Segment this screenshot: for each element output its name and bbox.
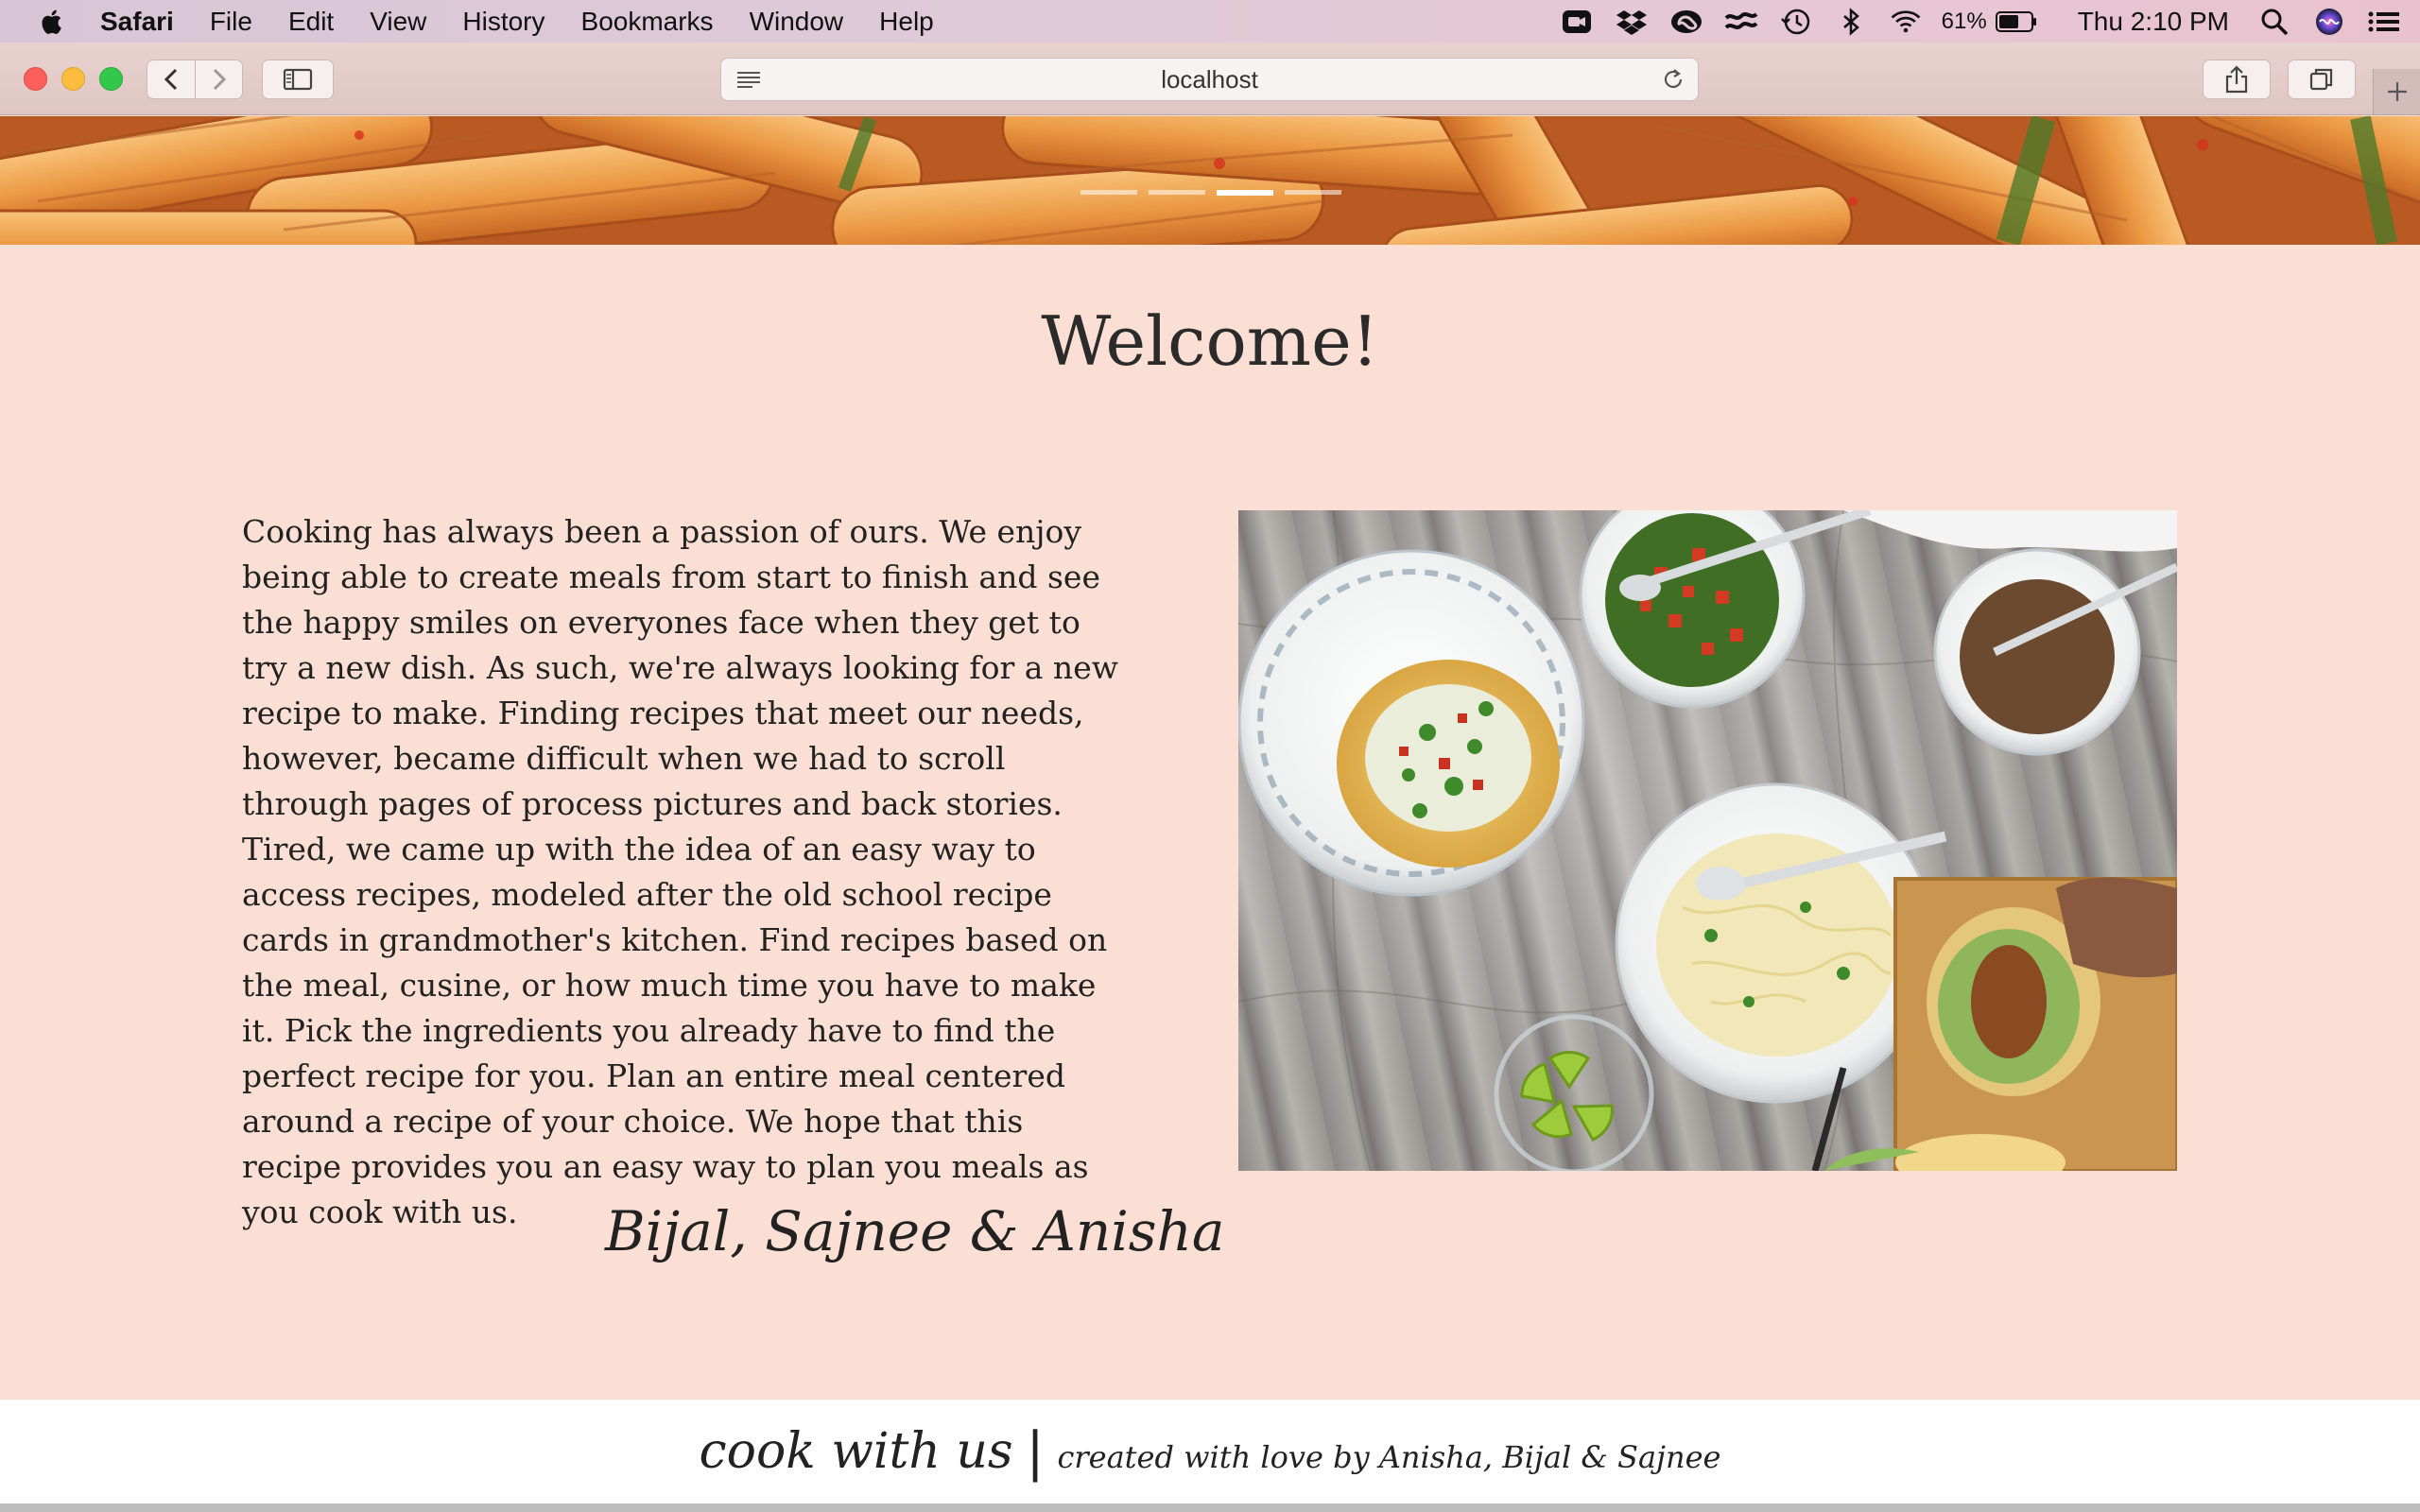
fullscreen-window-button[interactable]: [99, 67, 123, 91]
carousel-indicator-3[interactable]: [1217, 190, 1273, 196]
tacos-photo-image: [1238, 510, 2177, 1171]
apple-icon[interactable]: [40, 8, 66, 36]
wave-icon[interactable]: [1724, 8, 1758, 36]
creative-cloud-icon[interactable]: [1669, 8, 1703, 36]
address-text: localhost: [1161, 64, 1258, 94]
chevron-right-icon: [213, 68, 226, 91]
share-icon: [2225, 65, 2248, 94]
footer-separator: |: [1026, 1420, 1045, 1483]
carousel-indicators: [1080, 190, 1353, 196]
footer: cook with us | created with love by Anis…: [0, 1400, 2420, 1503]
show-all-tabs-button[interactable]: [2288, 60, 2356, 99]
footer-credit: created with love by Anisha, Bijal & Saj…: [1057, 1439, 1721, 1475]
menu-app-name[interactable]: Safari: [100, 7, 174, 37]
reader-view-icon[interactable]: [735, 67, 763, 92]
plus-icon: [2387, 82, 2407, 101]
footer-brand[interactable]: cook with us: [700, 1423, 1013, 1480]
spotlight-search-icon[interactable]: [2257, 8, 2291, 36]
share-button[interactable]: [2203, 60, 2271, 99]
navigation-buttons: [147, 60, 243, 99]
carousel-indicator-1[interactable]: [1080, 190, 1137, 195]
page-title: Welcome!: [1041, 301, 1379, 381]
menu-window[interactable]: Window: [750, 7, 844, 37]
about-paragraph: Cooking has always been a passion of our…: [242, 513, 1118, 1230]
notification-center-icon[interactable]: [2367, 8, 2401, 36]
tabs-overview-icon: [2309, 68, 2333, 91]
menu-clock[interactable]: Thu 2:10 PM: [2078, 7, 2229, 37]
back-button[interactable]: [147, 60, 195, 98]
show-sidebar-button[interactable]: [262, 60, 334, 99]
forward-button[interactable]: [195, 60, 242, 98]
browser-toolbar: localhost: [0, 43, 2420, 115]
wifi-icon[interactable]: [1889, 8, 1923, 36]
minimize-window-button[interactable]: [61, 67, 85, 91]
menu-help[interactable]: Help: [879, 7, 934, 37]
hero-carousel: [0, 116, 2420, 245]
reload-icon[interactable]: [1660, 66, 1686, 93]
menu-file[interactable]: File: [210, 7, 252, 37]
battery-icon[interactable]: [1995, 8, 2038, 36]
menu-bar: Safari File Edit View History Bookmarks …: [0, 0, 2420, 43]
address-bar[interactable]: localhost: [720, 58, 1699, 101]
tacos-photo: [1238, 510, 2177, 1171]
menu-history[interactable]: History: [462, 7, 544, 37]
new-tab-button[interactable]: [2373, 69, 2420, 114]
close-window-button[interactable]: [24, 67, 47, 91]
hero-pasta-image: [0, 116, 2420, 245]
menu-edit[interactable]: Edit: [288, 7, 334, 37]
sidebar-icon: [283, 68, 313, 91]
horizontal-scrollbar[interactable]: [0, 1503, 2420, 1512]
chevron-left-icon: [164, 68, 178, 91]
carousel-indicator-4[interactable]: [1285, 190, 1341, 195]
dropbox-icon[interactable]: [1615, 8, 1649, 36]
signature: Bijal, Sajnee & Anisha: [605, 1199, 1225, 1263]
menu-view[interactable]: View: [370, 7, 426, 37]
battery-percent: 61%: [1941, 8, 1987, 34]
carousel-indicator-2[interactable]: [1149, 190, 1205, 195]
video-camera-icon[interactable]: [1560, 8, 1594, 36]
siri-icon[interactable]: [2312, 8, 2346, 36]
bluetooth-icon[interactable]: [1834, 7, 1868, 36]
menu-bookmarks[interactable]: Bookmarks: [581, 7, 714, 37]
time-machine-icon[interactable]: [1779, 8, 1813, 36]
